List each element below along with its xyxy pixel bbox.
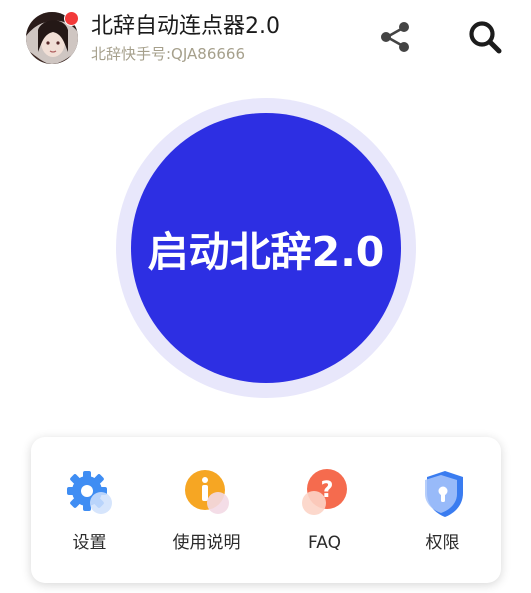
app-title: 北辞自动连点器2.0 bbox=[91, 14, 280, 39]
header: 北辞自动连点器2.0 北辞快手号:QJA86666 bbox=[0, 0, 531, 76]
share-button[interactable] bbox=[376, 18, 414, 56]
menu-item-label: FAQ bbox=[308, 533, 341, 553]
info-icon bbox=[181, 467, 233, 519]
gear-icon bbox=[64, 467, 116, 519]
menu-item-label: 权限 bbox=[425, 533, 460, 553]
share-icon bbox=[381, 22, 409, 52]
menu-card: 设置 使用说明 ? FAQ 权限 bbox=[31, 437, 501, 583]
menu-item-permissions[interactable]: 权限 bbox=[384, 437, 501, 583]
menu-item-instructions[interactable]: 使用说明 bbox=[148, 437, 265, 583]
search-button[interactable] bbox=[466, 18, 504, 56]
menu-item-faq[interactable]: ? FAQ bbox=[266, 437, 383, 583]
notification-dot bbox=[64, 11, 79, 26]
app-root: 北辞自动连点器2.0 北辞快手号:QJA86666 启动北辞2.0 设置 使用说… bbox=[0, 0, 531, 593]
menu-item-settings[interactable]: 设置 bbox=[31, 437, 148, 583]
start-button-label: 启动北辞2.0 bbox=[147, 228, 385, 276]
question-icon: ? bbox=[299, 467, 351, 519]
menu-item-label: 设置 bbox=[72, 533, 107, 553]
search-icon bbox=[469, 21, 502, 54]
app-subtitle: 北辞快手号:QJA86666 bbox=[91, 45, 245, 63]
menu-item-label: 使用说明 bbox=[172, 533, 241, 553]
shield-lock-icon bbox=[417, 467, 469, 519]
start-button[interactable]: 启动北辞2.0 bbox=[131, 113, 401, 383]
